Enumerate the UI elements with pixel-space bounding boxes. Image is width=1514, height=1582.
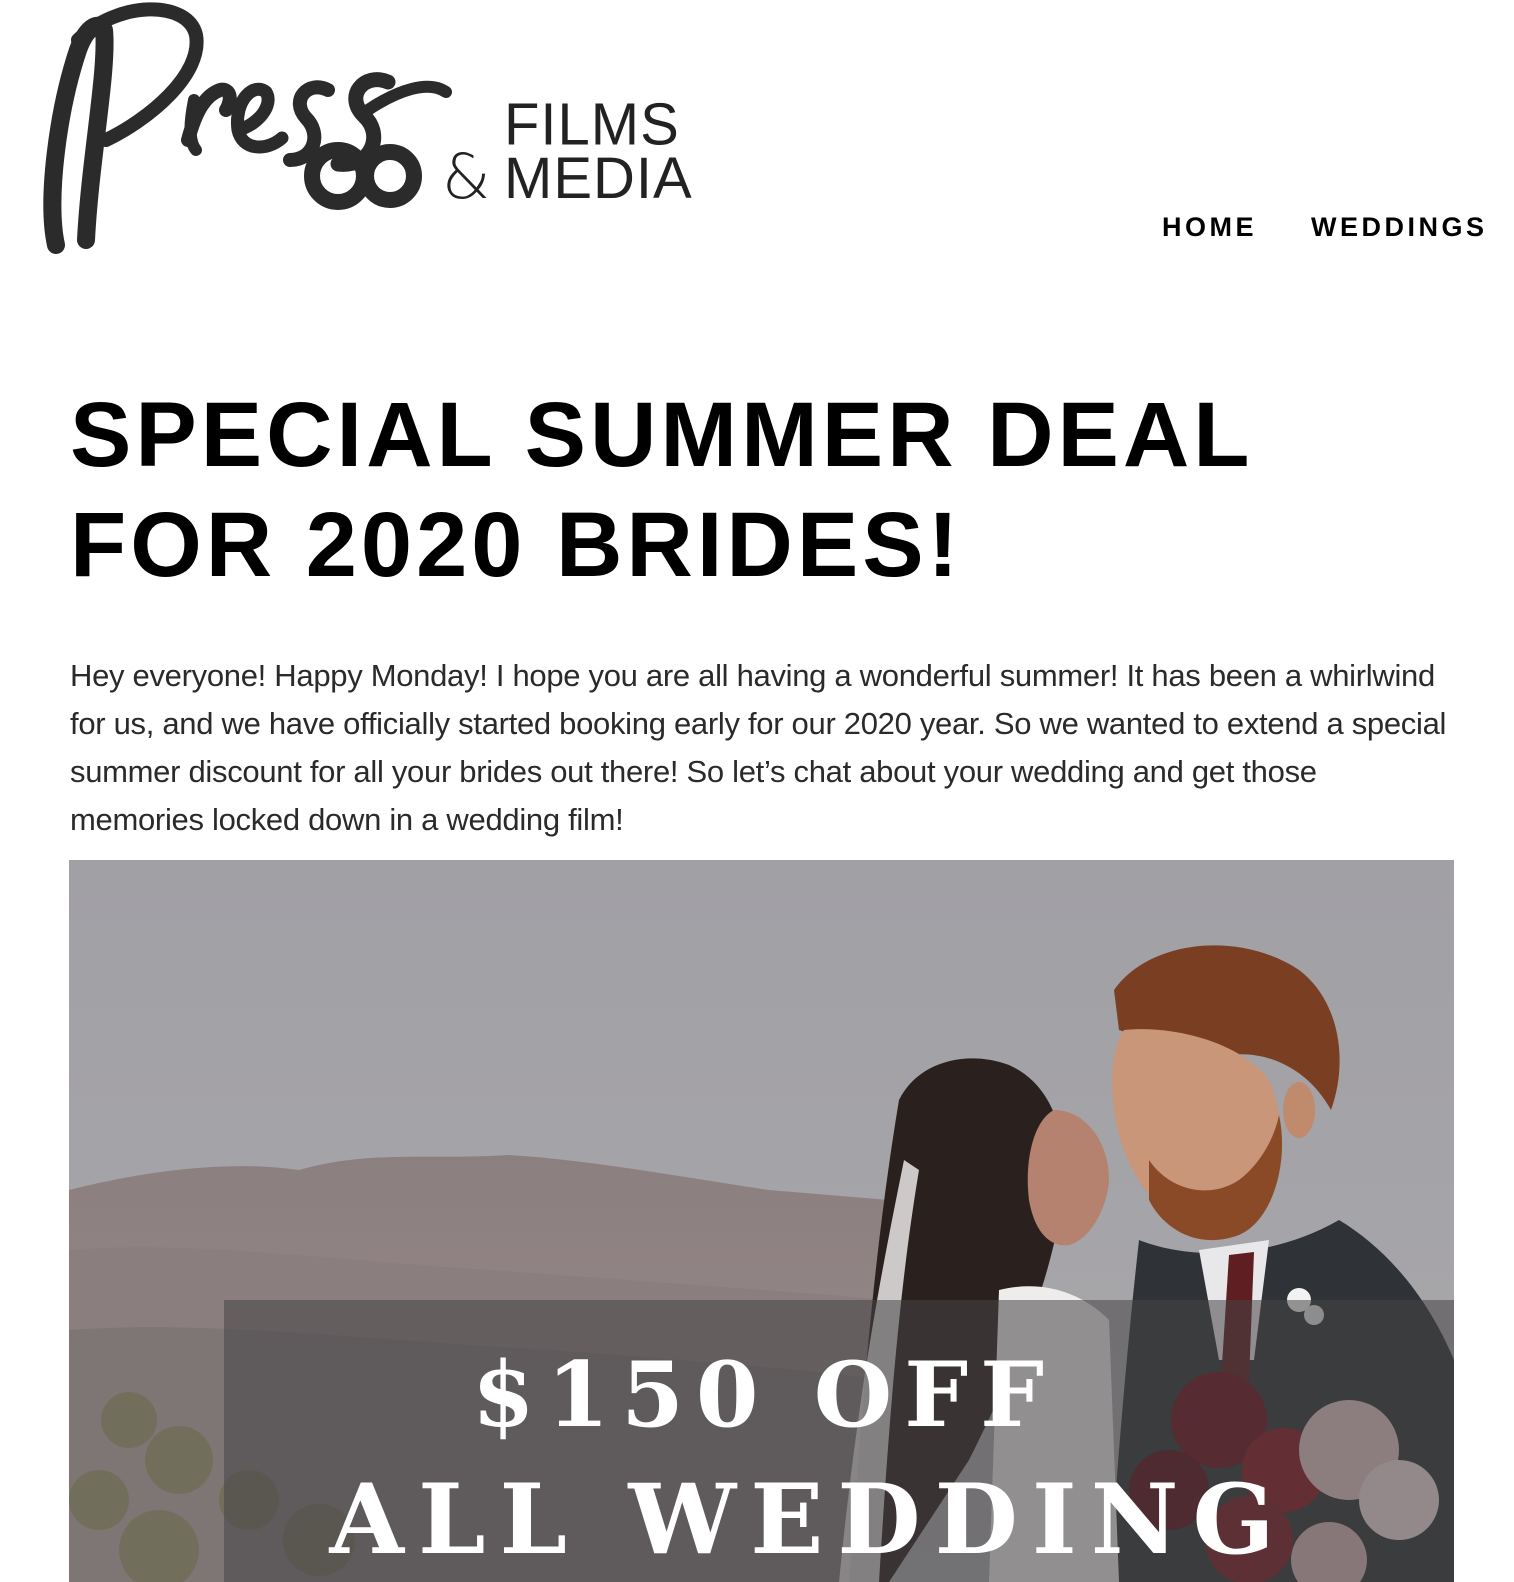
site-logo[interactable]: FILMS & MEDIA — [38, 0, 692, 260]
post-body-paragraph: Hey everyone! Happy Monday! I hope you a… — [70, 658, 1447, 837]
promo-image: $150 OFF ALL WEDDING — [69, 860, 1454, 1582]
logo-media-text: MEDIA — [504, 146, 693, 211]
press-script-logo — [43, 2, 452, 254]
promo-subtitle-text: ALL WEDDING — [329, 1463, 1289, 1576]
main-nav: HOME WEDDINGS — [1162, 212, 1488, 243]
logo-ampersand: & — [442, 140, 491, 213]
promo-discount-text: $150 OFF — [471, 1342, 1056, 1448]
post-title: SPECIAL SUMMER DEAL FOR 2020 BRIDES! — [70, 384, 1252, 596]
nav-home-link[interactable]: HOME — [1162, 212, 1257, 243]
nav-weddings-link[interactable]: WEDDINGS — [1311, 212, 1488, 243]
